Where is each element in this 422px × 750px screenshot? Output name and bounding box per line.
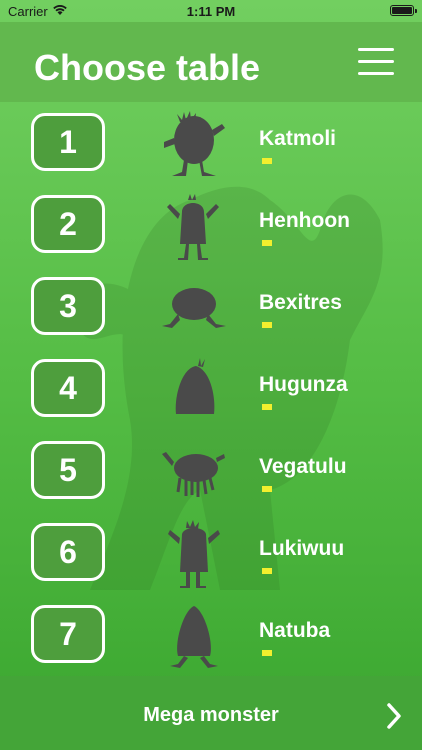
bexitres-silhouette-icon (162, 288, 226, 328)
table-number-button[interactable]: 4 (31, 359, 105, 417)
status-time: 1:11 PM (186, 4, 236, 19)
table-name: Hugunza (259, 373, 348, 396)
table-number-button[interactable]: 6 (31, 523, 105, 581)
header: Choose table (0, 22, 422, 102)
katmoli-silhouette-icon (164, 111, 225, 176)
progress-indicator (262, 240, 272, 246)
mega-monster-button[interactable]: Mega monster (0, 676, 422, 750)
page-title: Choose table (34, 47, 261, 88)
progress-indicator (262, 568, 272, 574)
progress-indicator (262, 650, 272, 656)
battery-icon (390, 5, 417, 16)
table-row[interactable]: 2 Henhoon (0, 192, 422, 262)
table-number-button[interactable]: 5 (31, 441, 105, 499)
table-row[interactable]: 5 Vegatulu (0, 438, 422, 508)
hugunza-silhouette-icon (175, 358, 215, 414)
henhoon-silhouette-icon (167, 194, 219, 260)
table-name: Katmoli (259, 127, 337, 150)
chevron-right-icon (387, 703, 401, 729)
table-number-button[interactable]: 3 (31, 277, 105, 335)
status-bar: Carrier 1:11 PM (0, 0, 422, 22)
table-row[interactable]: 3 Bexitres (0, 274, 422, 344)
table-name: Lukiwuu (259, 537, 345, 560)
progress-indicator (262, 486, 272, 492)
lukiwuu-silhouette-icon (168, 520, 220, 588)
table-row[interactable]: 4 Hugunza (0, 356, 422, 426)
table-row[interactable]: 6 Lukiwuu (0, 520, 422, 590)
vegatulu-silhouette-icon (162, 452, 225, 497)
progress-indicator (262, 158, 272, 164)
table-name: Vegatulu (259, 455, 347, 478)
table-number-button[interactable]: 1 (31, 113, 105, 171)
table-name: Henhoon (259, 209, 350, 232)
natuba-silhouette-icon (170, 606, 218, 668)
table-name: Bexitres (259, 291, 342, 314)
table-number-button[interactable]: 2 (31, 195, 105, 253)
table-name: Natuba (259, 619, 331, 642)
table-row[interactable]: 1 Katmoli (0, 110, 422, 180)
table-number-button[interactable]: 7 (31, 605, 105, 663)
progress-indicator (262, 404, 272, 410)
hamburger-menu-icon[interactable] (358, 48, 394, 76)
progress-indicator (262, 322, 272, 328)
mega-monster-label: Mega monster (143, 704, 279, 726)
table-row[interactable]: 7 Natuba (0, 602, 422, 672)
